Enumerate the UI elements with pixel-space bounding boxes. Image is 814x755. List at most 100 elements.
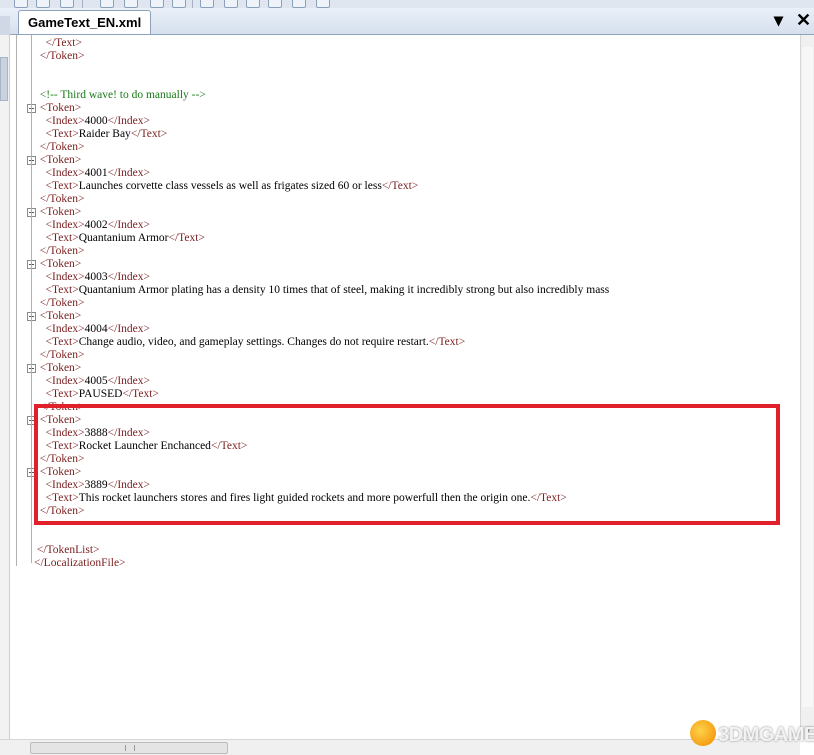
- tab-label: GameText_EN.xml: [28, 15, 142, 30]
- toolbar-button[interactable]: [246, 0, 260, 8]
- toolbar-button[interactable]: [316, 0, 330, 8]
- highlight-box: [34, 404, 780, 525]
- xml-tag: </Text>: [130, 128, 168, 140]
- code-line: </Text>: [34, 37, 82, 50]
- xml-tag: </Index>: [107, 167, 151, 179]
- window-list-dropdown-icon[interactable]: ▾: [774, 8, 783, 32]
- mascot-icon: [690, 720, 716, 746]
- xml-value: 4000: [84, 115, 108, 127]
- xml-tag: </Text>: [381, 180, 419, 192]
- toolbar-button[interactable]: [224, 0, 238, 8]
- code-line: </LocalizationFile>: [34, 557, 126, 570]
- code-line: </Token>: [34, 50, 85, 63]
- toolbar-button[interactable]: [292, 0, 306, 8]
- vertical-scroll-thumb[interactable]: [802, 47, 813, 707]
- toolbar-button[interactable]: [60, 0, 74, 8]
- xml-value: Change audio, video, and gameplay settin…: [78, 336, 429, 348]
- xml-tag: <Text>: [45, 180, 79, 192]
- xml-tag: <Index>: [45, 219, 85, 231]
- toolbar-separator: [192, 0, 193, 8]
- code-line: <Index>4001</Index>: [34, 167, 151, 180]
- xml-tag: </Text>: [122, 388, 159, 400]
- toolbar-button[interactable]: [36, 0, 50, 8]
- xml-tag: <Token>: [39, 154, 82, 166]
- xml-value: Quantanium Armor plating has a density 1…: [78, 284, 610, 296]
- xml-tag: <Token>: [39, 258, 82, 270]
- code-line: </Token>: [34, 245, 85, 258]
- close-tab-icon[interactable]: ✕: [796, 8, 811, 32]
- code-line: <Text>Quantanium Armor plating has a den…: [34, 284, 610, 297]
- xml-tag: <Index>: [45, 375, 85, 387]
- code-line: <Text>PAUSED</Text>: [34, 388, 159, 401]
- xml-tag: <Token>: [39, 102, 82, 114]
- toolbar-button[interactable]: [100, 0, 114, 8]
- xml-tag: <Text>: [45, 388, 79, 400]
- xml-tag: <Token>: [39, 362, 82, 374]
- toolbar-button[interactable]: [172, 0, 186, 8]
- xml-tag: </Token>: [39, 141, 85, 153]
- code-line: <Token>: [34, 154, 82, 167]
- xml-tag: </Text>: [45, 37, 82, 49]
- xml-tag: </Index>: [107, 323, 151, 335]
- toolbar-button[interactable]: [124, 0, 138, 8]
- fold-guide-line: [16, 35, 17, 566]
- code-line: <Text>Change audio, video, and gameplay …: [34, 336, 466, 349]
- xml-tag: <Index>: [45, 323, 85, 335]
- code-line: </Token>: [34, 193, 85, 206]
- code-line: <Index>4000</Index>: [34, 115, 151, 128]
- xml-tag: </Token>: [39, 297, 85, 309]
- code-line: <Token>: [34, 310, 82, 323]
- xml-tag: </Token>: [39, 50, 85, 62]
- xml-tag: <Index>: [45, 271, 85, 283]
- toolbar-button[interactable]: [200, 0, 214, 8]
- vertical-scrollbar[interactable]: ▲ ▼: [800, 35, 814, 739]
- xml-editor[interactable]: </Text> </Token> <!-- Third wave! to do …: [0, 35, 800, 739]
- xml-tag: </LocalizationFile>: [34, 557, 126, 569]
- xml-comment: <!-- Third wave! to do manually -->: [39, 89, 206, 101]
- xml-tag: </Text>: [168, 232, 205, 244]
- watermark-text: 3DMGAME: [718, 724, 814, 746]
- code-line: </TokenList>: [34, 544, 100, 557]
- xml-tag: <Text>: [45, 284, 79, 296]
- xml-tag: <Token>: [39, 206, 82, 218]
- xml-value: 4001: [84, 167, 108, 179]
- xml-tag: </TokenList>: [36, 544, 100, 556]
- xml-tag: </Index>: [107, 271, 151, 283]
- code-line: <Index>4002</Index>: [34, 219, 151, 232]
- xml-value: PAUSED: [78, 388, 123, 400]
- code-line: <Token>: [34, 258, 82, 271]
- xml-tag: </Token>: [39, 245, 85, 257]
- xml-tag: </Token>: [39, 349, 85, 361]
- change-marker: [0, 57, 8, 101]
- code-line: <Token>: [34, 206, 82, 219]
- xml-tag: </Text>: [428, 336, 466, 348]
- xml-tag: </Token>: [39, 193, 85, 205]
- xml-tag: <Token>: [39, 310, 82, 322]
- horizontal-scrollbar[interactable]: [0, 739, 800, 755]
- xml-value: 4005: [84, 375, 108, 387]
- code-line: <Text>Launches corvette class vessels as…: [34, 180, 419, 193]
- toolbar-button[interactable]: [14, 0, 28, 8]
- tab-gametext-en[interactable]: GameText_EN.xml: [18, 10, 152, 34]
- xml-value: Launches corvette class vessels as well …: [78, 180, 382, 192]
- xml-tag: <Index>: [45, 167, 85, 179]
- toolbar-separator: [82, 0, 83, 8]
- xml-value: Quantanium Armor: [78, 232, 169, 244]
- toolbar-button[interactable]: [150, 0, 164, 8]
- xml-tag: </Index>: [107, 375, 151, 387]
- toolbar-button[interactable]: [268, 0, 282, 8]
- horizontal-scroll-thumb[interactable]: [30, 742, 228, 754]
- xml-tag: <Text>: [45, 336, 79, 348]
- xml-value: 4002: [84, 219, 108, 231]
